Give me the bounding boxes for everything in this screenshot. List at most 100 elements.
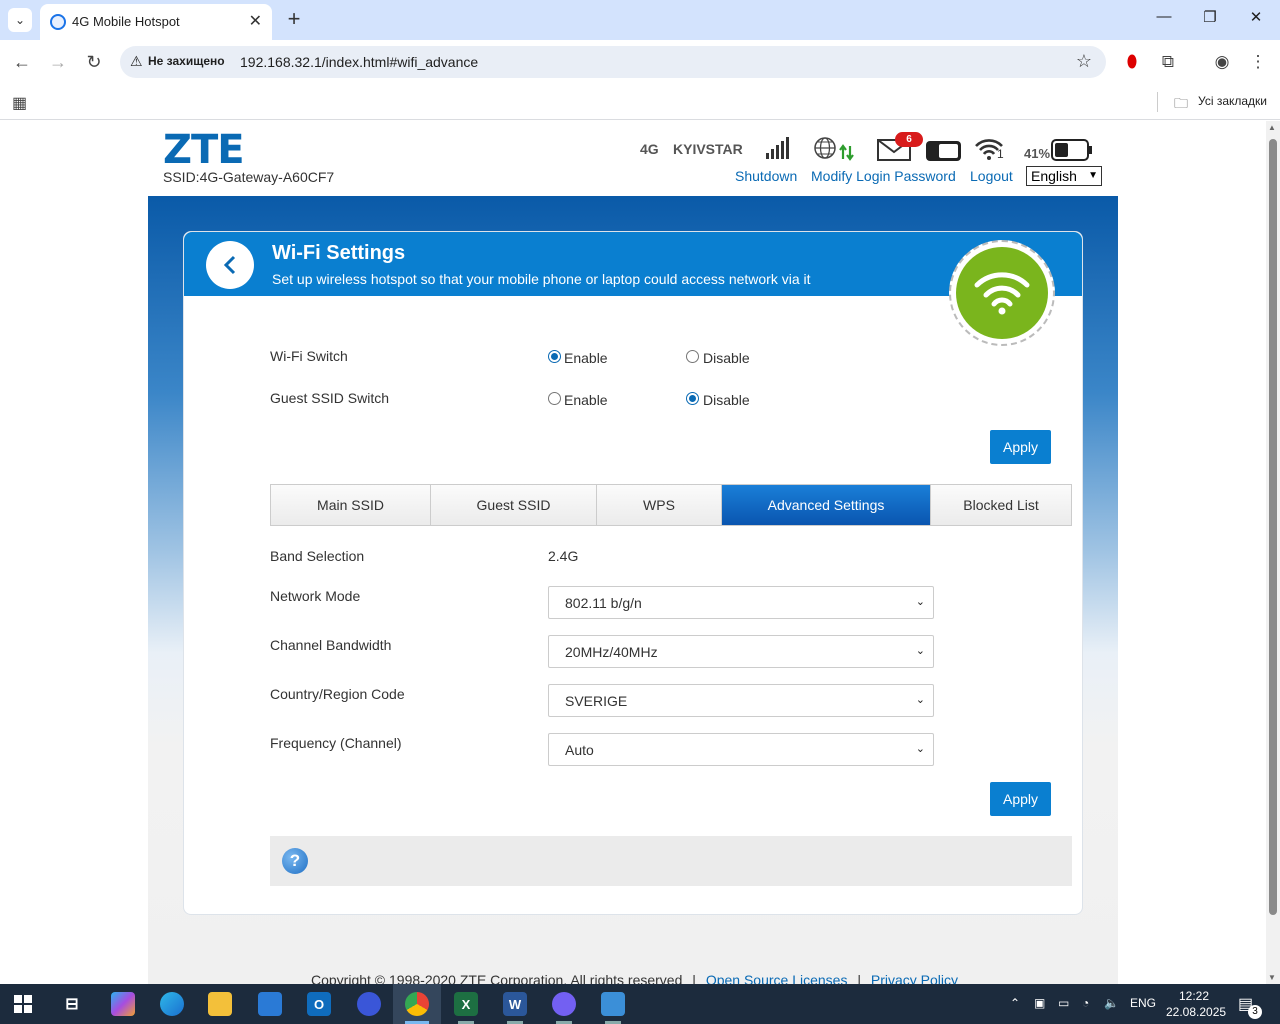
viber-icon[interactable] — [552, 992, 576, 1016]
reload-icon[interactable]: ↻ — [82, 52, 106, 73]
page-scrollbar[interactable]: ▲ ▼ — [1266, 121, 1280, 984]
file-explorer-icon[interactable] — [208, 992, 232, 1016]
guest-enable-radio[interactable] — [548, 392, 561, 405]
new-tab-button[interactable]: + — [282, 6, 306, 32]
back-icon[interactable]: ← — [10, 52, 34, 73]
open-source-link[interactable]: Open Source Licenses — [706, 972, 848, 984]
chevron-down-icon: ▼ — [1088, 170, 1098, 181]
forward-icon[interactable]: → — [46, 52, 70, 73]
wifi-disable-label[interactable]: Disable — [703, 350, 750, 366]
wifi-disable-radio[interactable] — [686, 350, 699, 363]
monitor-icon[interactable]: ▣ — [1034, 996, 1045, 1010]
bookmark-star-icon[interactable]: ☆ — [1076, 51, 1092, 72]
show-hidden-icons-icon[interactable]: ⌃ — [1010, 996, 1020, 1010]
control-panel-icon[interactable] — [601, 992, 625, 1016]
channel-bandwidth-select[interactable]: 20MHz/40MHz ⌄ — [548, 635, 934, 668]
internet-connection-icon — [814, 137, 854, 161]
language-value: English — [1031, 168, 1077, 184]
outlook-icon[interactable]: O — [307, 992, 331, 1016]
address-bar[interactable]: ⚠ Не захищено 192.168.32.1/index.html#wi… — [120, 46, 1106, 78]
network-mode-select[interactable]: 802.11 b/g/n ⌄ — [548, 586, 934, 619]
warning-icon[interactable]: ⚠ — [130, 53, 143, 70]
logout-link[interactable]: Logout — [970, 168, 1013, 184]
tab-blocked-list[interactable]: Blocked List — [931, 485, 1071, 525]
system-clock[interactable]: 12:22 22.08.2025 — [1166, 988, 1227, 1020]
wifi-badge — [949, 240, 1055, 346]
apps-grid-icon[interactable]: ▦ — [12, 93, 27, 113]
scroll-up-icon[interactable]: ▲ — [1268, 123, 1276, 132]
input-language[interactable]: ENG — [1130, 996, 1156, 1010]
privacy-policy-link[interactable]: Privacy Policy — [871, 972, 958, 984]
frequency-value: Auto — [565, 742, 594, 758]
scroll-down-icon[interactable]: ▼ — [1268, 973, 1276, 982]
help-icon[interactable]: ? — [282, 848, 308, 874]
security-status[interactable]: Не захищено — [148, 54, 225, 68]
edge-icon[interactable] — [160, 992, 184, 1016]
guest-disable-radio[interactable] — [686, 392, 699, 405]
tab-main-ssid[interactable]: Main SSID — [271, 485, 431, 525]
guest-enable-label[interactable]: Enable — [564, 392, 608, 408]
network-mode-label: Network Mode — [270, 588, 361, 604]
volume-icon[interactable]: 🔈 — [1104, 996, 1119, 1010]
chrome-icon[interactable] — [405, 992, 429, 1016]
country-code-select[interactable]: SVERIGE ⌄ — [548, 684, 934, 717]
card-header: Wi-Fi Settings Set up wireless hotspot s… — [184, 232, 1082, 296]
signal-app-icon[interactable] — [357, 992, 381, 1016]
task-view-icon[interactable]: ⊟ — [60, 992, 84, 1016]
wifi-icon — [974, 272, 1030, 315]
windows-start-icon[interactable] — [14, 995, 32, 1013]
wifi-switch-label: Wi-Fi Switch — [270, 348, 348, 364]
switch-apply-button[interactable]: Apply — [990, 430, 1051, 464]
url-text[interactable]: 192.168.32.1/index.html#wifi_advance — [240, 54, 478, 70]
country-code-value: SVERIGE — [565, 693, 628, 709]
store-icon[interactable] — [258, 992, 282, 1016]
wifi-enable-radio[interactable] — [548, 350, 561, 363]
chevron-down-icon: ⌄ — [915, 596, 925, 608]
clock-date: 22.08.2025 — [1166, 1005, 1227, 1019]
opera-extension-icon[interactable]: ⬮ — [1120, 52, 1144, 72]
scrollbar-thumb[interactable] — [1269, 139, 1277, 915]
back-button[interactable] — [206, 241, 254, 289]
battery-tray-icon[interactable]: ▭ — [1058, 996, 1069, 1010]
profile-icon[interactable]: ◉ — [1210, 52, 1234, 72]
copyright-text: Copyright © 1998-2020 ZTE Corporation. A… — [311, 972, 683, 984]
tab-advanced-settings[interactable]: Advanced Settings — [722, 485, 931, 525]
language-select[interactable]: English ▼ — [1026, 166, 1102, 186]
word-icon[interactable]: W — [503, 992, 527, 1016]
tab-favicon-icon — [50, 14, 66, 30]
tab-search-button[interactable]: ⌄ — [8, 8, 32, 32]
browser-tab[interactable]: 4G Mobile Hotspot ✕ — [40, 4, 272, 40]
chevron-down-icon: ⌄ — [915, 743, 925, 755]
chevron-left-icon — [223, 255, 236, 275]
tab-wps[interactable]: WPS — [597, 485, 722, 525]
close-window-button[interactable]: ✕ — [1244, 8, 1268, 26]
sms-count-badge: 6 — [895, 132, 923, 147]
channel-bandwidth-label: Channel Bandwidth — [270, 637, 392, 653]
extensions-puzzle-icon[interactable]: ⧉ — [1156, 52, 1180, 72]
menu-kebab-icon[interactable]: ⋮ — [1246, 52, 1270, 72]
router-page: ZTE SSID:4G-Gateway-A60CF7 4G KYIVSTAR 6… — [148, 121, 1118, 984]
ssid-label: SSID:4G-Gateway-A60CF7 — [163, 169, 335, 185]
modify-password-link[interactable]: Modify Login Password — [811, 168, 956, 184]
channel-bandwidth-value: 20MHz/40MHz — [565, 644, 658, 660]
network-tray-icon[interactable]: ◔ — [1082, 996, 1089, 1010]
bookmarks-bar: ▦ 🗀 Усі закладки — [0, 84, 1280, 120]
ssid-tabs: Main SSID Guest SSID WPS Advanced Settin… — [270, 484, 1072, 526]
all-bookmarks-link[interactable]: Усі закладки — [1198, 94, 1267, 108]
tab-guest-ssid[interactable]: Guest SSID — [431, 485, 597, 525]
footer-separator: | — [692, 972, 696, 984]
wifi-enable-label[interactable]: Enable — [564, 350, 608, 366]
country-code-label: Country/Region Code — [270, 686, 405, 702]
excel-icon[interactable]: X — [454, 992, 478, 1016]
frequency-select[interactable]: Auto ⌄ — [548, 733, 934, 766]
guest-disable-label[interactable]: Disable — [703, 392, 750, 408]
bookmarks-divider — [1157, 92, 1158, 112]
folder-icon[interactable]: 🗀 — [1174, 93, 1188, 117]
tab-close-icon[interactable]: ✕ — [249, 11, 262, 31]
advanced-apply-button[interactable]: Apply — [990, 782, 1051, 816]
restore-button[interactable]: ❐ — [1198, 8, 1222, 26]
copilot-icon[interactable] — [111, 992, 135, 1016]
minimize-button[interactable]: — — [1152, 8, 1176, 25]
guest-switch-label: Guest SSID Switch — [270, 390, 390, 406]
shutdown-link[interactable]: Shutdown — [735, 168, 797, 184]
